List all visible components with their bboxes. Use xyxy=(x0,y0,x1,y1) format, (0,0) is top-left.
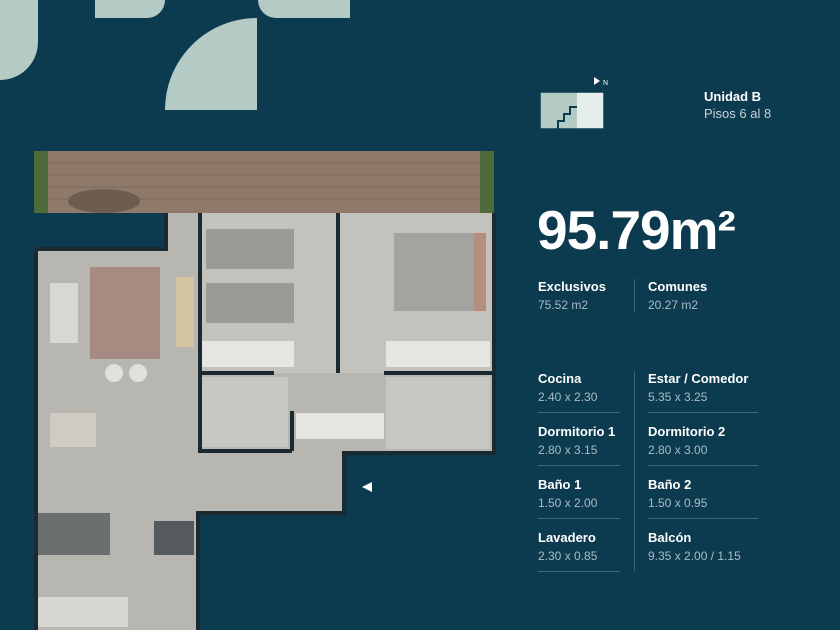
row-divider xyxy=(648,465,758,466)
room-label-dormitorio-2: Dormitorio 2 xyxy=(648,424,726,439)
wardrobe-3 xyxy=(296,413,384,439)
bed-1b xyxy=(206,283,294,323)
room-label-dormitorio-1: Dormitorio 1 xyxy=(538,424,616,439)
room-value-bano-1: 1.50 x 2.00 xyxy=(538,496,598,510)
unit-title: Unidad B xyxy=(704,89,762,104)
key-plan-icon: N xyxy=(540,77,608,130)
summary-label-exclusivos: Exclusivos xyxy=(538,279,606,294)
room-label-bano-2: Baño 2 xyxy=(648,477,692,492)
room-value-dormitorio-1: 2.80 x 3.15 xyxy=(538,443,598,457)
deco-shape-3 xyxy=(165,18,257,110)
room-label-lavadero: Lavadero xyxy=(538,530,596,545)
row-divider xyxy=(538,412,620,413)
row-divider xyxy=(538,465,620,466)
laundry-unit xyxy=(154,521,194,555)
entrance-arrow-icon xyxy=(362,482,372,492)
planter xyxy=(480,151,494,213)
room-label-bano-1: Baño 1 xyxy=(538,477,582,492)
room-label-cocina: Cocina xyxy=(538,371,582,386)
room-value-estar: 5.35 x 3.25 xyxy=(648,390,708,404)
bathroom-2 xyxy=(386,377,490,449)
floor-plan xyxy=(34,151,496,630)
row-divider xyxy=(538,571,620,572)
planter xyxy=(34,151,48,213)
row-divider xyxy=(538,518,620,519)
summary-label-comunes: Comunes xyxy=(648,279,708,294)
summary-divider xyxy=(634,279,635,312)
wardrobe-1 xyxy=(202,341,294,367)
summary-value-exclusivos: 75.52 m2 xyxy=(538,298,589,312)
rug xyxy=(90,267,160,359)
bathroom-1 xyxy=(202,377,288,447)
bed-1a xyxy=(206,229,294,269)
room-value-bano-2: 1.50 x 0.95 xyxy=(648,496,708,510)
summary-value-comunes: 20.27 m2 xyxy=(648,298,699,312)
deco-shape-4 xyxy=(258,0,350,18)
wardrobe-2 xyxy=(386,341,490,367)
room-value-dormitorio-2: 2.80 x 3.00 xyxy=(648,443,708,457)
total-area: 95.79m² xyxy=(537,199,736,261)
deco-shape-1 xyxy=(0,0,38,80)
unit-floors: Pisos 6 al 8 xyxy=(704,106,772,121)
room-value-cocina: 2.40 x 2.30 xyxy=(538,390,598,404)
compass-label: N xyxy=(603,80,608,87)
room-label-balcon: Balcón xyxy=(648,530,692,545)
dining-table xyxy=(50,413,96,447)
row-divider xyxy=(648,412,758,413)
kitchen-island xyxy=(38,513,110,555)
row-divider xyxy=(648,518,758,519)
room-label-estar: Estar / Comedor xyxy=(648,371,749,386)
tv-unit xyxy=(176,277,194,347)
sofa xyxy=(50,283,78,343)
deco-shape-2 xyxy=(95,0,165,18)
balcony-table xyxy=(68,189,140,213)
bed-2 xyxy=(394,233,484,311)
kitchen-counter xyxy=(38,597,128,627)
room-value-balcon: 9.35 x 2.00 / 1.15 xyxy=(648,549,741,563)
compass-arrow-icon xyxy=(594,77,600,85)
room-value-lavadero: 2.30 x 0.85 xyxy=(538,549,598,563)
rooms-divider xyxy=(634,371,635,571)
